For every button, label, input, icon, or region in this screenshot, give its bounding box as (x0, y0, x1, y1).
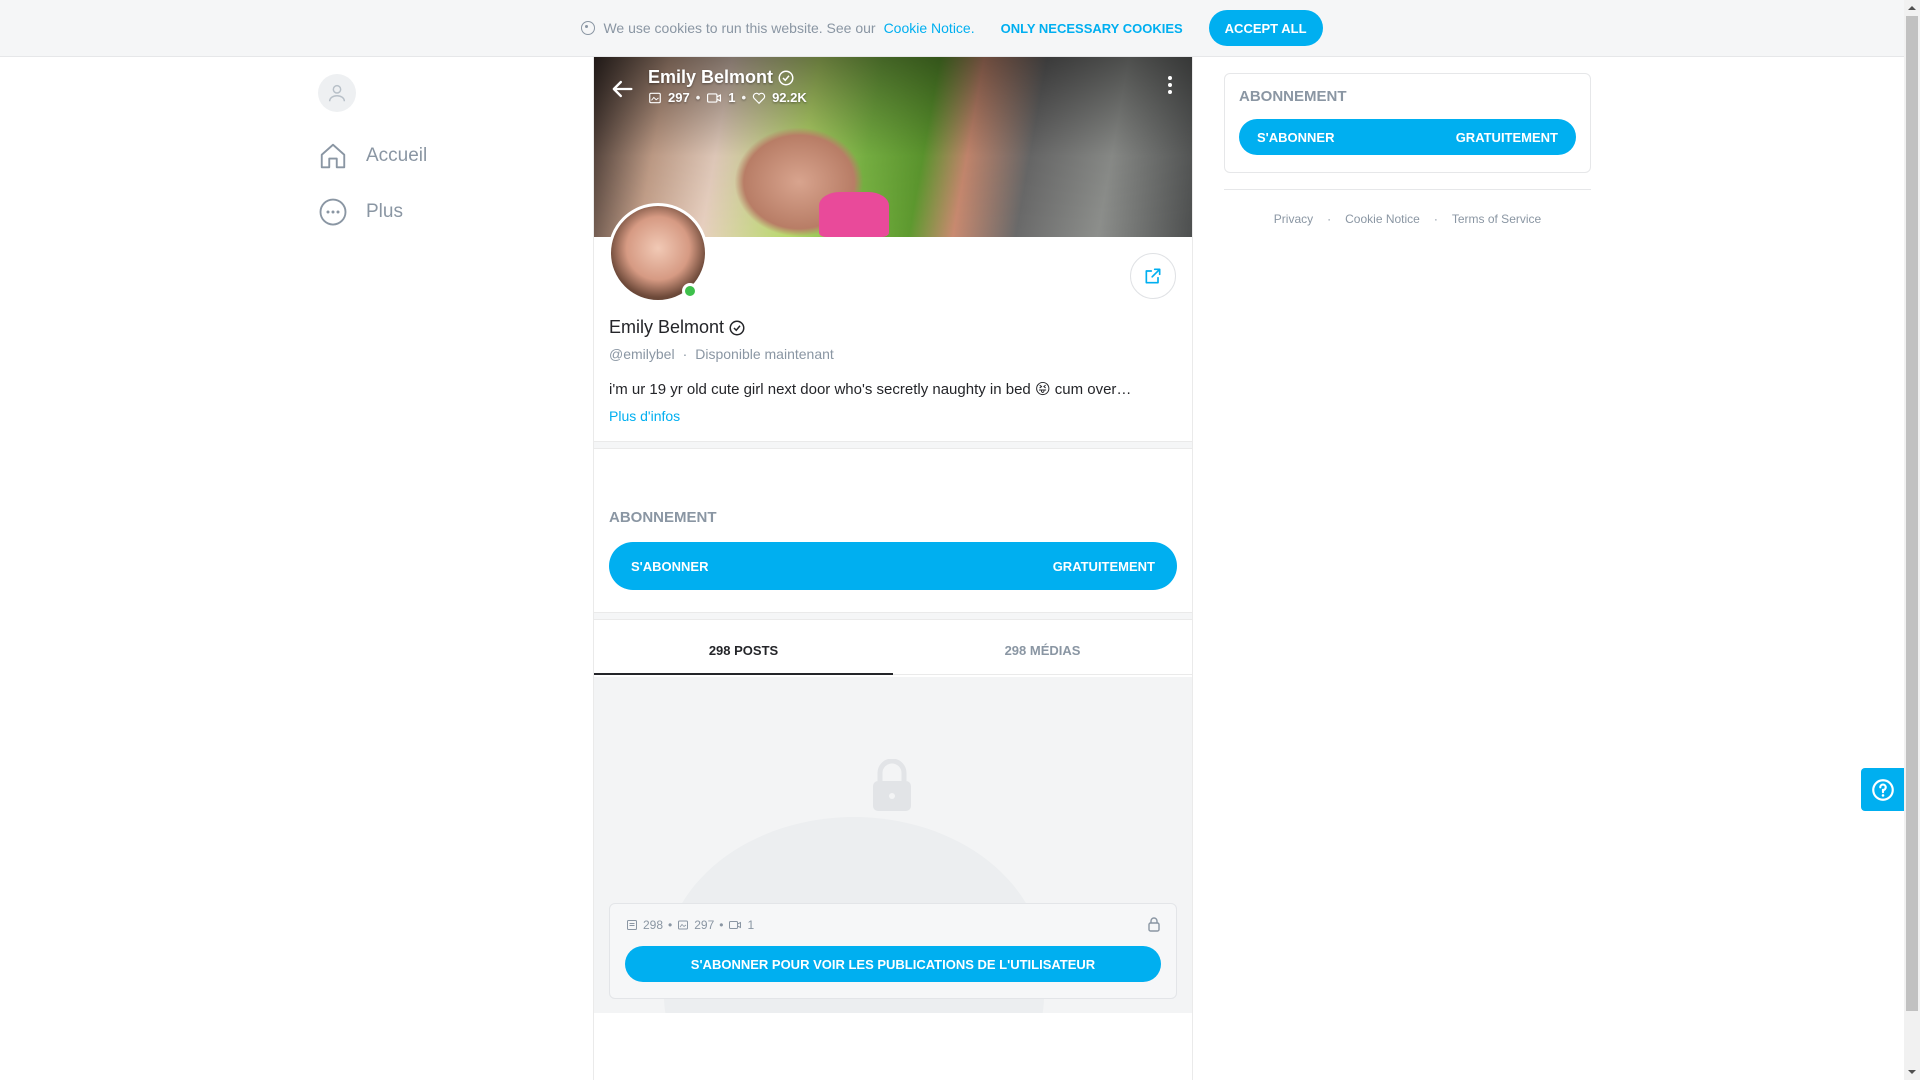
subscription-section: ABONNEMENT S'ABONNER GRATUITEMENT (609, 509, 1177, 590)
sidebar-item-label: Plus (366, 201, 403, 222)
cover-stats: 297 • 1 • 92.2K (648, 90, 807, 105)
verified-icon (729, 320, 745, 335)
photos-count: 297 (668, 90, 690, 105)
cover-name-text: Emily Belmont (648, 67, 774, 87)
share-button[interactable] (1130, 253, 1176, 299)
online-status-indicator (682, 283, 698, 299)
share-icon (1145, 268, 1161, 284)
subscribe-price: GRATUITEMENT (1052, 558, 1155, 574)
image-icon (649, 92, 661, 103)
separator: • (668, 918, 673, 932)
scrollbar-thumb[interactable] (1906, 16, 1918, 1011)
locked-content-card: 298 • 297 • 1 S'ABONNER POUR VOIR LES PU… (609, 903, 1177, 999)
locked-videos-count: 1 (747, 918, 755, 932)
profile-column: Emily Belmont 297 • 1 • 92.2K Emily Belm… (593, 57, 1193, 1080)
video-icon (729, 921, 742, 929)
sidebar-item-plus[interactable]: Plus (310, 184, 570, 240)
profile-handle: @emilybel (609, 346, 675, 362)
separator: · (682, 346, 688, 362)
help-icon (1871, 778, 1894, 801)
verified-icon (778, 70, 794, 85)
lock-icon (873, 759, 911, 811)
cover-name: Emily Belmont (648, 67, 807, 88)
footer-links: Privacy · Cookie Notice · Terms of Servi… (1224, 212, 1591, 226)
divider (1224, 189, 1591, 190)
heart-icon (752, 92, 766, 104)
cookie-notice-link[interactable]: Cookie Notice. (884, 20, 975, 36)
cookie-message-text: We use cookies to run this website. See … (603, 20, 876, 36)
profile-meta: @emilybel · Disponible maintenant (609, 346, 1177, 362)
profile-bio: i'm ur 19 yr old cute girl next door who… (609, 381, 1132, 398)
only-necessary-cookies-button[interactable]: ONLY NECESSARY COOKIES (1001, 21, 1183, 36)
divider (594, 612, 1192, 620)
sidebar-subscribe-button[interactable]: S'ABONNER GRATUITEMENT (1239, 119, 1576, 155)
sidebar: Accueil Plus (310, 74, 570, 240)
subscribe-to-see-posts-button[interactable]: S'ABONNER POUR VOIR LES PUBLICATIONS DE … (625, 946, 1161, 982)
divider (594, 441, 1192, 449)
subscription-card: ABONNEMENT S'ABONNER GRATUITEMENT (1224, 73, 1591, 173)
sidebar-item-label: Accueil (366, 145, 428, 166)
videos-count: 1 (728, 90, 736, 105)
scroll-up-icon[interactable] (1908, 4, 1916, 12)
image-icon (678, 920, 689, 930)
cookie-banner: We use cookies to run this website. See … (0, 0, 1904, 57)
profile-status: Disponible maintenant (695, 346, 834, 362)
privacy-link[interactable]: Privacy (1274, 212, 1313, 226)
cover-header: Emily Belmont 297 • 1 • 92.2K (594, 57, 1192, 117)
accept-all-button[interactable]: ACCEPT ALL (1208, 10, 1323, 46)
sidebar-item-accueil[interactable]: Accueil (310, 128, 570, 184)
cookie-notice-footer-link[interactable]: Cookie Notice (1345, 212, 1420, 226)
separator: · (1327, 212, 1332, 226)
likes-count: 92.2K (772, 90, 807, 105)
home-icon (320, 143, 346, 169)
post-icon (627, 920, 637, 930)
scrollbar[interactable] (1904, 0, 1920, 1080)
locked-photos-count: 297 (694, 918, 715, 932)
separator: • (695, 90, 701, 105)
locked-posts-count: 298 (643, 918, 664, 932)
separator: · (1433, 212, 1438, 226)
subscribe-label: S'ABONNER (1257, 129, 1335, 145)
tab-posts[interactable]: 298 POSTS (594, 627, 893, 675)
separator: • (719, 918, 724, 932)
lock-icon (1148, 917, 1160, 932)
back-arrow-icon[interactable] (608, 75, 636, 103)
scroll-down-icon[interactable] (1908, 1068, 1916, 1076)
subscribe-price: GRATUITEMENT (1455, 129, 1558, 145)
subscription-title: ABONNEMENT (609, 509, 717, 526)
subscription-card-title: ABONNEMENT (1239, 88, 1347, 105)
cover-photo-detail (819, 192, 889, 237)
separator: • (741, 90, 747, 105)
locked-posts-area: 298 • 297 • 1 S'ABONNER POUR VOIR LES PU… (594, 677, 1192, 1013)
profile-name: Emily Belmont (609, 317, 1177, 338)
profile-info: Emily Belmont @emilybel · Disponible mai… (609, 317, 1177, 426)
profile-tabs: 298 POSTS 298 MÉDIAS (594, 627, 1192, 675)
video-icon (707, 92, 722, 103)
more-icon (319, 198, 347, 226)
profile-name-text: Emily Belmont (609, 317, 725, 337)
subscribe-button[interactable]: S'ABONNER GRATUITEMENT (609, 542, 1177, 590)
locked-stats: 298 • 297 • 1 (626, 918, 754, 932)
terms-link[interactable]: Terms of Service (1452, 212, 1541, 226)
user-avatar[interactable] (318, 74, 356, 112)
help-button[interactable] (1861, 768, 1904, 811)
more-options-icon[interactable] (1166, 75, 1174, 95)
cookie-icon (581, 21, 596, 35)
more-info-link[interactable]: Plus d'infos (609, 408, 680, 424)
cookie-message: We use cookies to run this website. See … (581, 20, 975, 36)
user-icon (328, 84, 346, 102)
subscribe-label: S'ABONNER (631, 558, 709, 574)
tab-medias[interactable]: 298 MÉDIAS (893, 627, 1192, 674)
